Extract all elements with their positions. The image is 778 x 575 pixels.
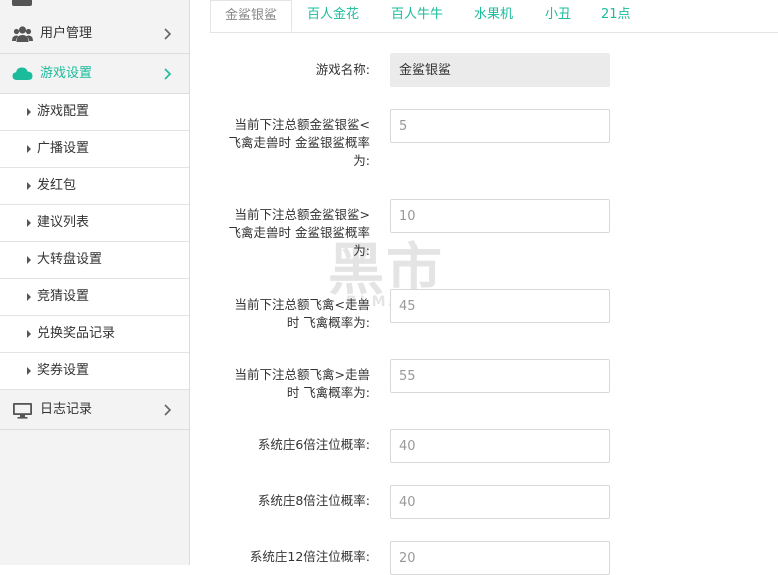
- probability-input-6x[interactable]: [390, 429, 610, 463]
- caret-right-icon: [27, 367, 31, 375]
- chevron-right-icon: [164, 404, 172, 416]
- caret-right-icon: [27, 182, 31, 190]
- tab-bairen-jinhua[interactable]: 百人金花: [307, 0, 359, 32]
- sidebar-group-label: 游戏设置: [40, 66, 93, 81]
- sidebar-item-label: 大转盘设置: [37, 252, 103, 267]
- probability-input-jinsha-greater[interactable]: [390, 199, 610, 233]
- monitor-icon: [13, 403, 32, 419]
- sidebar-group-user-management[interactable]: 用户管理: [0, 14, 189, 54]
- chevron-right-icon: [164, 68, 172, 80]
- sidebar-item-red-packet[interactable]: 发红包: [0, 168, 189, 205]
- field-label: 当前下注总额金鲨银鲨> 飞禽走兽时 金鲨银鲨概率 为:: [228, 207, 370, 258]
- tab-clown[interactable]: 小丑: [545, 0, 571, 32]
- sidebar-item-label: 奖券设置: [37, 363, 90, 378]
- game-name-label: 游戏名称:: [315, 62, 370, 77]
- caret-right-icon: [27, 145, 31, 153]
- tab-blackjack[interactable]: 21点: [601, 0, 631, 32]
- main-content: 金鲨银鲨 百人金花 百人牛牛 水果机 小丑 21点 黑市 BLMARKET 游戏…: [190, 0, 778, 575]
- sidebar: 用户管理 游戏设置 游戏配置 广播设置 发红包 建议列表 大转盘设置 竞猜设置: [0, 0, 190, 565]
- field-label: 当前下注总额飞禽>走兽 时 飞禽概率为:: [234, 367, 370, 400]
- sidebar-group-logs[interactable]: 日志记录: [0, 390, 189, 430]
- caret-right-icon: [27, 108, 31, 116]
- tab-jinsha-yinsha[interactable]: 金鲨银鲨: [210, 0, 292, 32]
- sidebar-group-label: 用户管理: [40, 26, 93, 41]
- field-label: 当前下注总额飞禽<走兽 时 飞禽概率为:: [234, 297, 370, 330]
- sidebar-group-game-settings[interactable]: 游戏设置: [0, 54, 189, 94]
- users-icon: [12, 26, 33, 42]
- sidebar-item-label: 游戏配置: [37, 104, 90, 119]
- sidebar-group-label: 日志记录: [40, 402, 93, 417]
- caret-right-icon: [27, 330, 31, 338]
- field-label: 当前下注总额金鲨银鲨< 飞禽走兽时 金鲨银鲨概率 为:: [228, 117, 370, 168]
- caret-right-icon: [27, 219, 31, 227]
- game-tabs: 金鲨银鲨 百人金花 百人牛牛 水果机 小丑 21点: [210, 0, 778, 33]
- field-label: 系统庄6倍注位概率:: [257, 437, 370, 452]
- caret-right-icon: [27, 256, 31, 264]
- sidebar-item-label: 发红包: [37, 178, 77, 193]
- tab-fruit-machine[interactable]: 水果机: [474, 0, 513, 32]
- cloud-icon: [12, 67, 33, 80]
- caret-right-icon: [27, 293, 31, 301]
- probability-input-feiqin-greater[interactable]: [390, 359, 610, 393]
- probability-input-jinsha-less[interactable]: [390, 109, 610, 143]
- sidebar-item-label: 兑换奖品记录: [37, 326, 116, 341]
- sidebar-item-label: 广播设置: [37, 141, 90, 156]
- tab-bairen-niuniu[interactable]: 百人牛牛: [391, 0, 443, 32]
- chevron-right-icon: [164, 28, 172, 40]
- probability-input-feiqin-less[interactable]: [390, 289, 610, 323]
- sidebar-item-game-config[interactable]: 游戏配置: [0, 94, 189, 131]
- sidebar-item-broadcast-settings[interactable]: 广播设置: [0, 131, 189, 168]
- sidebar-item-label: 竞猜设置: [37, 289, 90, 304]
- probability-input-8x[interactable]: [390, 485, 610, 519]
- game-name-value: 金鲨银鲨: [390, 53, 610, 87]
- monitor-icon: [12, 0, 32, 6]
- sidebar-item-label: 建议列表: [37, 215, 90, 230]
- probability-input-12x[interactable]: [390, 541, 610, 575]
- field-label: 系统庄8倍注位概率:: [257, 493, 370, 508]
- sidebar-item-quiz-settings[interactable]: 竞猜设置: [0, 279, 189, 316]
- sidebar-item-prize-redemption[interactable]: 兑换奖品记录: [0, 316, 189, 353]
- field-label: 系统庄12倍注位概率:: [249, 549, 370, 564]
- sidebar-item-wheel-settings[interactable]: 大转盘设置: [0, 242, 189, 279]
- sidebar-item-coupon-settings[interactable]: 奖券设置: [0, 353, 189, 390]
- sidebar-top-partial-item[interactable]: [0, 0, 189, 15]
- sidebar-item-suggestion-list[interactable]: 建议列表: [0, 205, 189, 242]
